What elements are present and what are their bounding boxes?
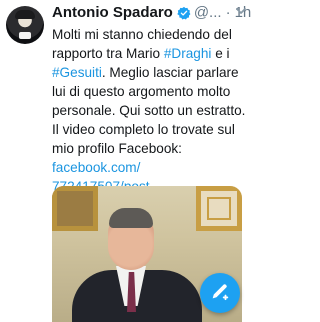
chevron-down-icon[interactable]: [234, 4, 248, 18]
painting-frame-right: [196, 186, 242, 231]
hashtag-gesuiti[interactable]: #Gesuiti: [52, 65, 102, 80]
avatar[interactable]: [6, 6, 44, 44]
person-hair: [109, 208, 153, 228]
tweet[interactable]: Antonio Spadaro @... · 1h Molti mi stann…: [0, 0, 251, 322]
author-name[interactable]: Antonio Spadaro: [52, 4, 173, 22]
avatar-cap: [15, 10, 35, 19]
compose-tweet-icon: [209, 280, 231, 307]
compose-tweet-button[interactable]: [200, 273, 240, 313]
hashtag-draghi[interactable]: #Draghi: [164, 46, 212, 61]
painting-frame-left: [52, 186, 98, 231]
tweet-header: Antonio Spadaro @... · 1h: [52, 4, 251, 22]
verified-badge-icon: [177, 6, 191, 20]
author-handle[interactable]: @...: [194, 4, 222, 22]
tweet-text: Molti mi stanno chiedendo del rapporto t…: [52, 25, 248, 196]
tweet-text-part: e i: [211, 46, 230, 61]
separator-dot: ·: [225, 4, 231, 21]
avatar-collar: [19, 32, 31, 39]
